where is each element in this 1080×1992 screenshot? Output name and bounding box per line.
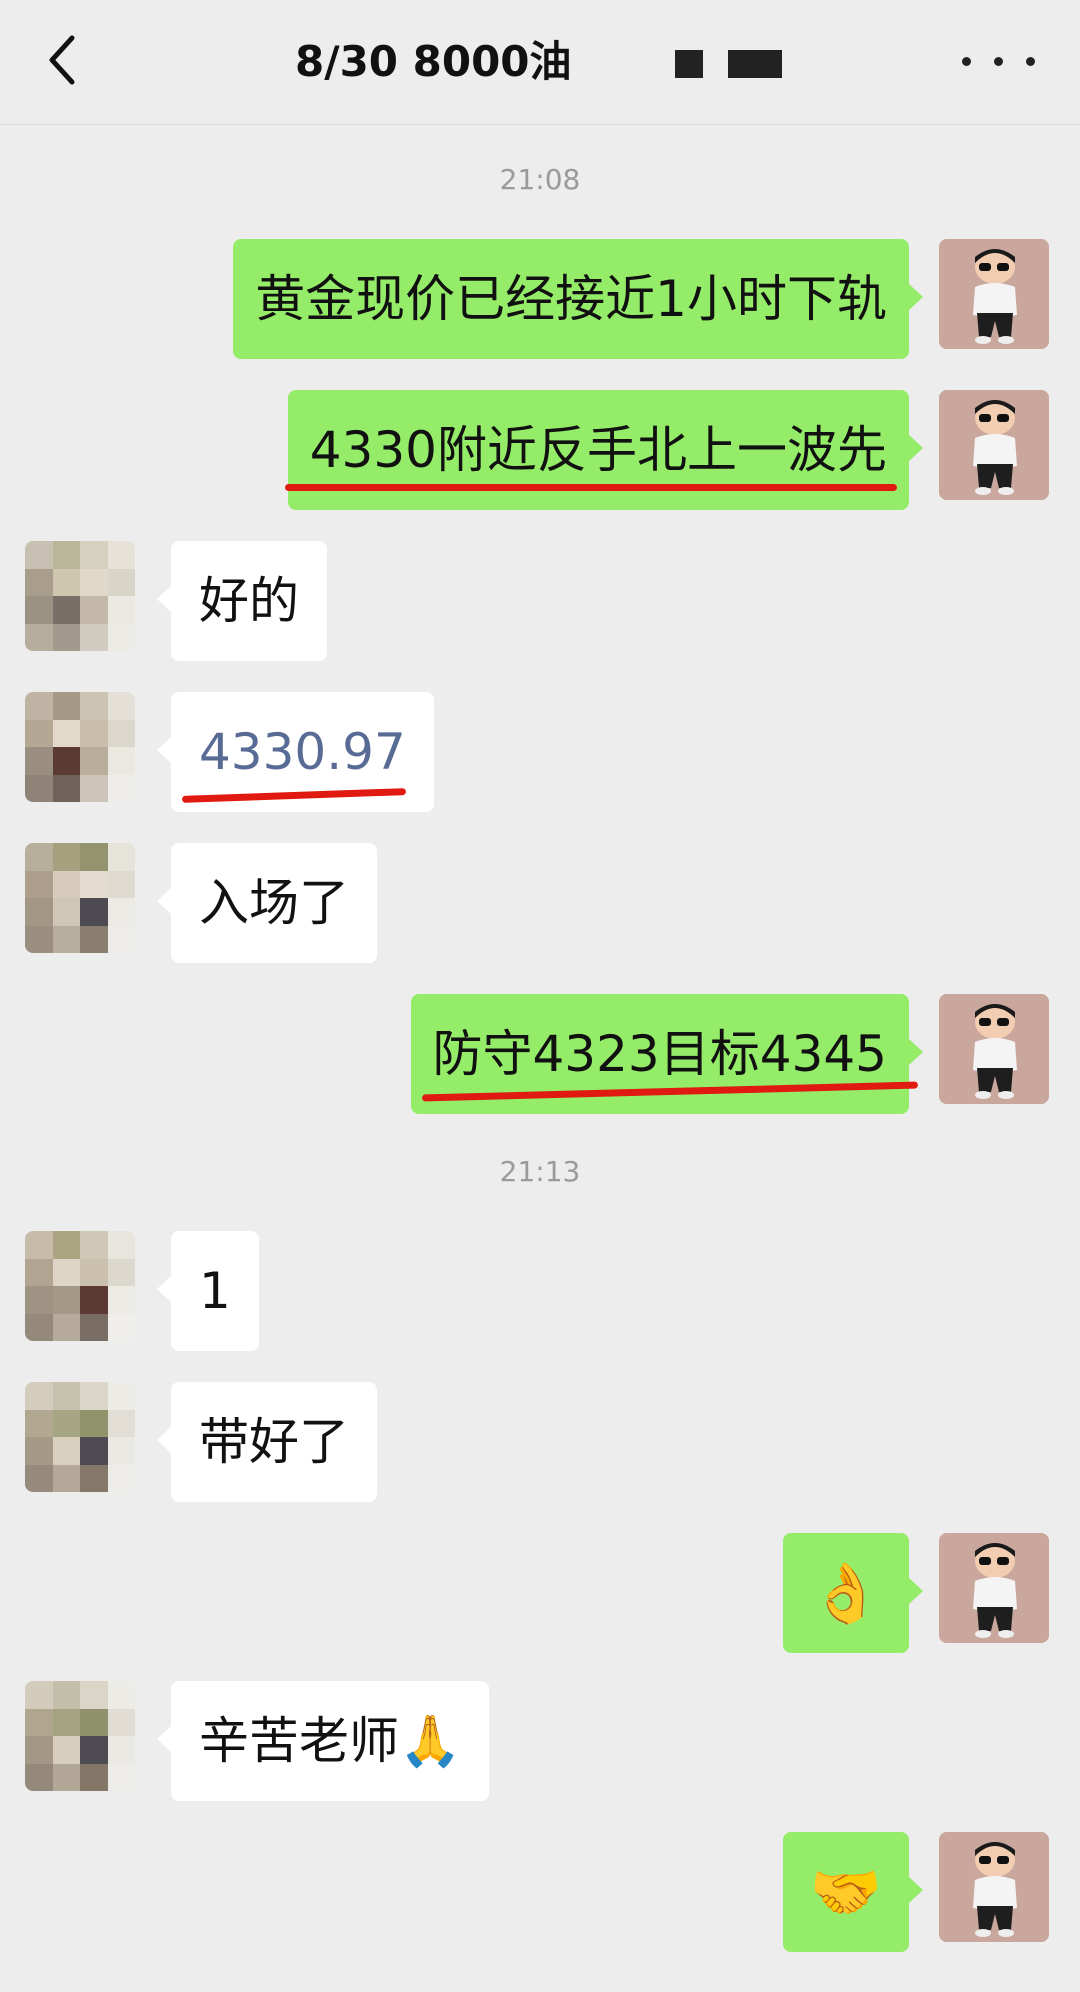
avatar-self[interactable] [939, 390, 1049, 500]
chat-header: 8/30 8000油 [0, 0, 1080, 125]
more-options-button[interactable] [960, 40, 1040, 80]
avatar-other-blurred[interactable] [25, 541, 135, 651]
chevron-left-icon [49, 35, 75, 85]
redaction-block [728, 50, 782, 78]
cartoon-avatar-icon [939, 994, 1049, 1104]
message-bubble[interactable]: 辛苦老师🙏 [156, 1681, 490, 1801]
message-bubble[interactable]: 黄金现价已经接近1小时下轨 [233, 239, 923, 359]
avatar-self[interactable] [939, 239, 1049, 349]
message-bubble[interactable]: 带好了 [157, 1382, 377, 1502]
message-bubble[interactable]: 4330附近反手北上一波先 [287, 390, 924, 510]
avatar-self[interactable] [939, 994, 1049, 1104]
redaction-block [675, 50, 703, 78]
avatar-other-blurred[interactable] [25, 1382, 135, 1492]
cartoon-avatar-icon [939, 239, 1049, 349]
avatar-other-blurred[interactable] [25, 692, 135, 802]
chat-title: 8/30 8000油 [295, 37, 572, 86]
back-button[interactable] [40, 30, 88, 90]
avatar-other-blurred[interactable] [25, 843, 135, 953]
avatar-other-blurred[interactable] [25, 1681, 135, 1791]
timestamp: 21:08 [499, 163, 581, 196]
timestamp: 21:13 [499, 1155, 581, 1188]
message-bubble[interactable]: 1 [157, 1231, 259, 1351]
red-underline [285, 484, 897, 491]
avatar-other-blurred[interactable] [25, 1231, 135, 1341]
cartoon-avatar-icon [939, 1832, 1049, 1942]
cartoon-avatar-icon [939, 390, 1049, 500]
message-bubble[interactable]: 好的 [157, 541, 327, 661]
avatar-self[interactable] [939, 1832, 1049, 1942]
message-bubble-emoji[interactable]: 🤝 [783, 1832, 923, 1952]
cartoon-avatar-icon [939, 1533, 1049, 1643]
message-bubble-emoji[interactable]: 👌 [783, 1533, 923, 1653]
message-bubble[interactable]: 入场了 [157, 843, 377, 963]
avatar-self[interactable] [939, 1533, 1049, 1643]
